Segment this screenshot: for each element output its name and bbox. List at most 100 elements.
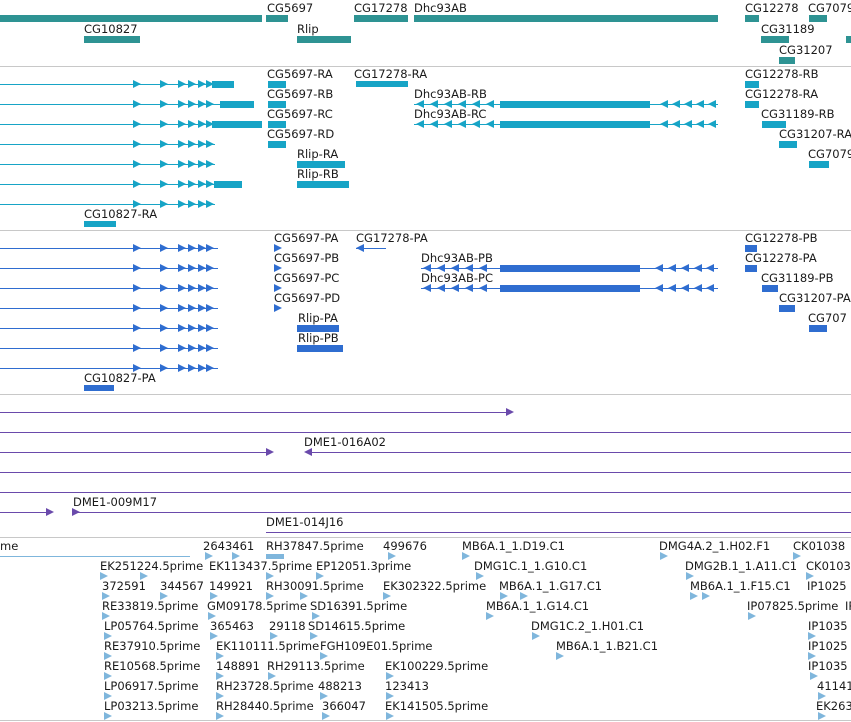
est-arrow-icon — [266, 592, 274, 600]
strand-arrow-icon — [486, 120, 494, 128]
strand-arrow-icon — [274, 284, 282, 292]
est-arrow-icon — [210, 592, 218, 600]
est-arrow-icon — [104, 672, 112, 680]
est-arrow-icon — [300, 592, 308, 600]
est-arrow-icon — [808, 632, 816, 640]
strand-arrow-icon — [458, 120, 466, 128]
strand-arrow-icon — [479, 264, 487, 272]
est-arrow-icon — [748, 612, 756, 620]
est-arrow-icon — [104, 712, 112, 720]
est-arrow-icon — [556, 652, 564, 660]
strand-arrow-icon — [188, 344, 196, 352]
strand-arrow-icon — [160, 264, 168, 272]
est-arrow-icon — [793, 552, 801, 560]
est-arrow-icon — [810, 672, 818, 680]
est-arrow-icon — [268, 672, 276, 680]
strand-arrow-icon — [708, 100, 716, 108]
strand-arrow-icon — [178, 140, 186, 148]
strand-arrow-icon — [188, 100, 196, 108]
est-arrow-icon — [216, 692, 224, 700]
est-arrow-icon — [388, 552, 396, 560]
strand-arrow-icon — [660, 100, 668, 108]
strand-arrow-icon — [198, 100, 206, 108]
strand-arrow-icon — [198, 140, 206, 148]
strand-arrow-icon — [133, 200, 141, 208]
strand-arrow-icon — [198, 284, 206, 292]
strand-arrow-icon — [444, 120, 452, 128]
strand-arrow-icon — [706, 264, 714, 272]
strand-arrow-icon — [133, 120, 141, 128]
strand-arrow-icon — [198, 160, 206, 168]
est-arrow-icon — [104, 692, 112, 700]
strand-arrow-icon — [206, 200, 214, 208]
strand-arrow-icon — [188, 264, 196, 272]
strand-arrow-icon — [160, 140, 168, 148]
strand-arrow-icon — [188, 284, 196, 292]
strand-arrow-icon — [133, 344, 141, 352]
strand-arrow-icon — [451, 264, 459, 272]
strand-arrow-icon — [133, 80, 141, 88]
est-arrow-icon — [232, 552, 240, 560]
strand-arrow-icon — [198, 120, 206, 128]
est-arrow-icon — [310, 632, 318, 640]
est-arrow-icon — [383, 592, 391, 600]
strand-arrow-icon — [188, 324, 196, 332]
strand-arrow-icon — [458, 100, 466, 108]
strand-arrow-icon — [696, 100, 704, 108]
strand-arrow-icon — [206, 100, 214, 108]
est-arrow-icon — [686, 572, 694, 580]
est-arrow-icon — [486, 612, 494, 620]
strand-arrow-icon — [188, 120, 196, 128]
strand-arrow-icon — [472, 100, 480, 108]
est-arrow-icon — [205, 552, 213, 560]
strand-arrow-icon — [160, 180, 168, 188]
strand-arrow-icon — [206, 180, 214, 188]
strand-arrow-icon — [133, 100, 141, 108]
strand-arrow-icon — [198, 80, 206, 88]
est-arrow-icon — [320, 652, 328, 660]
strand-arrow-icon — [274, 244, 282, 252]
strand-arrow-icon — [178, 344, 186, 352]
strand-arrow-icon — [684, 100, 692, 108]
strand-arrow-icon — [188, 364, 196, 372]
strand-arrow-icon — [274, 304, 282, 312]
strand-arrow-icon — [160, 80, 168, 88]
strand-arrow-icon — [178, 244, 186, 252]
est-arrow-icon — [660, 552, 668, 560]
strand-arrow-icon — [133, 304, 141, 312]
est-arrow-icon — [818, 692, 826, 700]
strand-arrow-icon — [178, 160, 186, 168]
strand-arrow-icon — [356, 244, 364, 252]
strand-arrow-icon — [206, 120, 214, 128]
est-arrow-icon — [462, 552, 470, 560]
strand-arrow-icon — [188, 80, 196, 88]
strand-arrow-icon — [133, 180, 141, 188]
strand-arrow-icon — [206, 140, 214, 148]
est-arrow-icon — [266, 572, 274, 580]
strand-arrow-icon — [188, 244, 196, 252]
strand-arrow-icon — [206, 80, 214, 88]
strand-arrow-icon — [465, 264, 473, 272]
strand-arrow-icon — [655, 264, 663, 272]
strand-arrow-icon — [696, 120, 704, 128]
strand-arrow-icon — [444, 100, 452, 108]
feature-arrow-layer — [46, 80, 826, 720]
strand-arrow-icon — [681, 284, 689, 292]
strand-arrow-icon — [160, 344, 168, 352]
strand-arrow-icon — [160, 120, 168, 128]
strand-arrow-icon — [430, 120, 438, 128]
strand-arrow-icon — [206, 304, 214, 312]
est-arrow-icon — [160, 592, 168, 600]
strand-arrow-icon — [486, 100, 494, 108]
strand-arrow-icon — [178, 200, 186, 208]
est-arrow-icon — [386, 672, 394, 680]
strand-arrow-icon — [706, 284, 714, 292]
strand-arrow-icon — [668, 264, 676, 272]
est-arrow-icon — [818, 712, 826, 720]
strand-arrow-icon — [206, 344, 214, 352]
est-arrow-icon — [100, 572, 108, 580]
strand-arrow-icon — [198, 200, 206, 208]
est-arrow-icon — [216, 672, 224, 680]
clone-end-icon — [304, 448, 312, 456]
strand-arrow-icon — [178, 364, 186, 372]
